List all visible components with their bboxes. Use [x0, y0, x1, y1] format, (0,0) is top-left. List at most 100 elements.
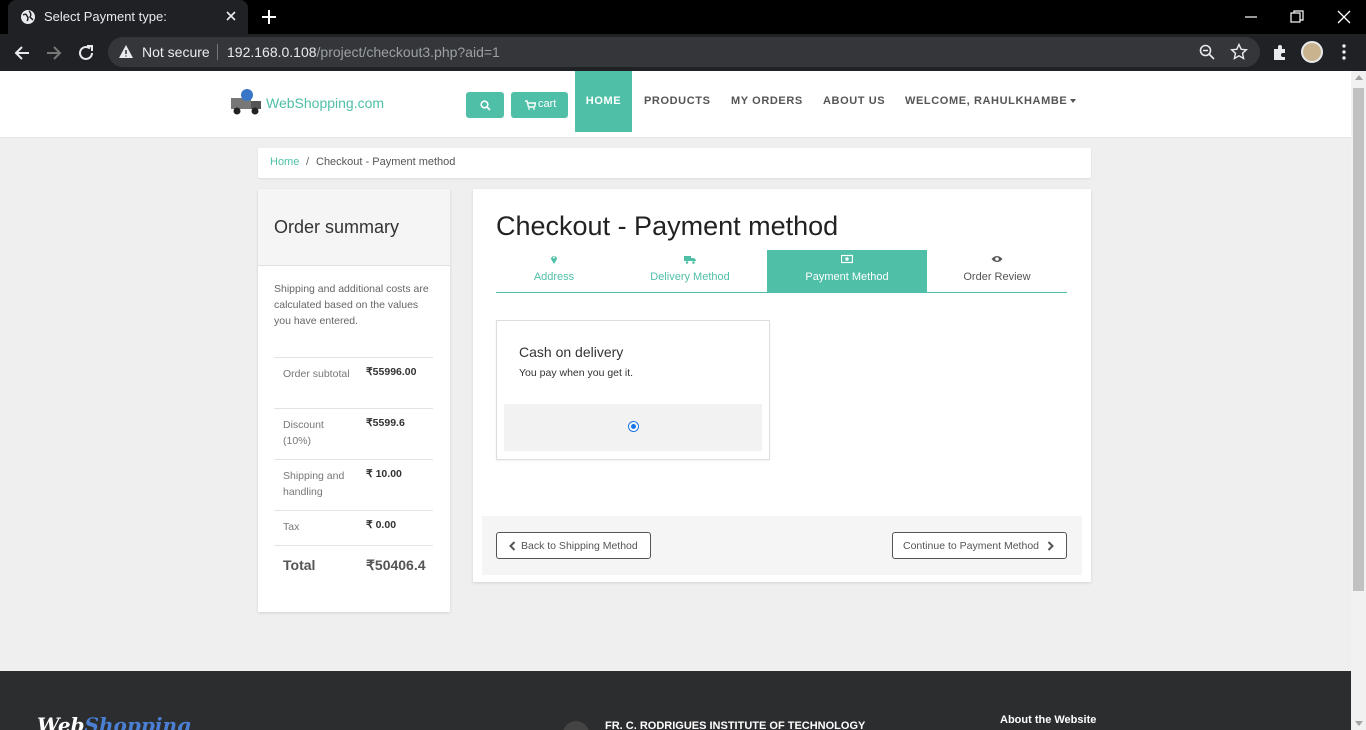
url-host: 192.168.0.108: [227, 44, 317, 60]
payment-option-description: You pay when you get it.: [519, 367, 634, 379]
chevron-right-icon: [1047, 541, 1054, 551]
summary-value: ₹5599.6: [366, 417, 405, 429]
footer-logo-part2: Shopping: [84, 713, 191, 730]
summary-label: Shipping and handling: [283, 470, 345, 498]
extensions-puzzle-icon[interactable]: [1270, 42, 1290, 62]
forward-arrow-icon[interactable]: [43, 42, 65, 64]
eye-icon: [991, 256, 1003, 262]
site-navbar: WebShopping.com cart HOME PRODUCTS MY OR…: [0, 71, 1351, 138]
caret-down-icon: [1070, 99, 1077, 104]
footer-logo-part1: Web: [37, 713, 85, 730]
breadcrumb-current: Checkout - Payment method: [316, 156, 456, 168]
scroll-down-arrow-icon[interactable]: [1355, 721, 1363, 726]
summary-label: Discount (10%): [283, 419, 324, 447]
summary-total-label: Total: [283, 557, 316, 573]
footer-about-heading: About the Website: [1000, 714, 1097, 726]
cart-label: cart: [538, 98, 557, 110]
nav-my-orders[interactable]: MY ORDERS: [731, 71, 803, 132]
tab-title: Select Payment type:: [44, 9, 167, 24]
step-order-review[interactable]: Order Review: [927, 250, 1067, 292]
scroll-thumb[interactable]: [1353, 88, 1364, 591]
step-label: Address: [533, 271, 575, 283]
browser-toolbar: Not secure 192.168.0.108/project/checkou…: [0, 34, 1366, 71]
restore-icon[interactable]: [1286, 6, 1308, 28]
browser-tab[interactable]: Select Payment type:: [8, 0, 248, 34]
close-window-icon[interactable]: [1333, 6, 1355, 28]
reload-icon[interactable]: [75, 42, 97, 64]
summary-value: ₹ 0.00: [366, 519, 397, 531]
site-logo-text[interactable]: WebShopping.com: [266, 95, 384, 111]
order-summary-title: Order summary: [274, 217, 400, 237]
url-text[interactable]: 192.168.0.108/project/checkout3.php?aid=…: [227, 44, 500, 60]
summary-label: Order subtotal: [283, 368, 350, 380]
step-payment-method[interactable]: Payment Method: [767, 250, 927, 292]
nav-user-dropdown[interactable]: WELCOME, RAHULKHAMBE: [905, 71, 1077, 132]
minimize-icon[interactable]: [1240, 6, 1262, 28]
checkout-steps: Address Delivery Method Payment Method O…: [496, 250, 1067, 293]
search-icon: [480, 100, 491, 111]
payment-option-cod[interactable]: Cash on delivery You pay when you get it…: [496, 320, 770, 460]
page-scrollbar[interactable]: [1351, 71, 1366, 730]
summary-row-tax: Tax ₹ 0.00: [274, 510, 433, 545]
step-label: Delivery Method: [650, 271, 730, 283]
url-path: /project/checkout3.php?aid=1: [316, 44, 500, 60]
payment-option-title: Cash on delivery: [519, 344, 624, 360]
nav-home[interactable]: HOME: [575, 71, 632, 132]
checkout-panel: Checkout - Payment method Address Delive…: [473, 189, 1091, 582]
summary-row-total: Total ₹50406.4: [274, 545, 433, 585]
order-summary-panel: Order summary Shipping and additional co…: [258, 189, 450, 612]
order-summary-note: Shipping and additional costs are calcul…: [274, 283, 429, 327]
continue-button-label: Continue to Payment Method: [903, 540, 1039, 552]
not-secure-label[interactable]: Not secure: [142, 44, 210, 60]
continue-button[interactable]: Continue to Payment Method: [892, 532, 1067, 559]
page-content: WebShopping.com cart HOME PRODUCTS MY OR…: [0, 71, 1351, 730]
step-label: Order Review: [963, 271, 1031, 283]
back-button-label: Back to Shipping Method: [521, 540, 638, 552]
breadcrumb: Home / Checkout - Payment method: [258, 148, 1091, 178]
step-label: Payment Method: [805, 271, 889, 283]
payment-option-footer: [504, 404, 762, 451]
back-to-shipping-button[interactable]: Back to Shipping Method: [496, 532, 651, 559]
page-title: Checkout - Payment method: [496, 211, 839, 241]
bookmark-star-icon[interactable]: [1230, 43, 1248, 61]
delivery-truck-logo-icon[interactable]: [229, 88, 264, 116]
checkout-actions: Back to Shipping Method Continue to Paym…: [482, 516, 1082, 575]
scroll-up-arrow-icon[interactable]: [1355, 75, 1363, 80]
browser-titlebar: Select Payment type:: [0, 0, 1366, 34]
warning-icon: [119, 45, 133, 58]
zoom-icon[interactable]: [1198, 43, 1216, 61]
footer-logo[interactable]: WebShopping: [37, 713, 191, 730]
summary-value: ₹ 10.00: [366, 468, 402, 480]
omnibox-divider: [217, 44, 218, 60]
map-marker-icon: [551, 256, 557, 264]
site-footer: WebShopping FR. C. RODRIGUES INSTITUTE O…: [0, 671, 1351, 730]
footer-institute-logo: [563, 721, 589, 730]
nav-about-us[interactable]: ABOUT US: [823, 71, 885, 132]
new-tab-icon[interactable]: [258, 6, 280, 28]
back-arrow-icon[interactable]: [11, 42, 33, 64]
order-summary-header: Order summary: [258, 189, 450, 266]
money-icon: [841, 254, 853, 264]
step-address[interactable]: Address: [496, 250, 612, 292]
summary-value: ₹55996.00: [366, 366, 417, 378]
breadcrumb-home-link[interactable]: Home: [270, 156, 299, 168]
summary-row-discount: Discount (10%) ₹5599.6: [274, 408, 433, 459]
truck-icon: [684, 256, 696, 264]
browser-menu-icon[interactable]: [1334, 42, 1354, 62]
summary-row-shipping: Shipping and handling ₹ 10.00: [274, 459, 433, 510]
profile-avatar[interactable]: [1301, 41, 1323, 63]
breadcrumb-separator: /: [306, 156, 310, 168]
summary-label: Tax: [283, 521, 300, 533]
close-tab-icon[interactable]: [222, 7, 240, 25]
address-bar[interactable]: Not secure 192.168.0.108/project/checkou…: [108, 37, 1260, 67]
chevron-left-icon: [509, 541, 516, 551]
nav-products[interactable]: PRODUCTS: [644, 71, 711, 132]
shopping-cart-icon: [525, 100, 536, 110]
summary-row-subtotal: Order subtotal ₹55996.00: [274, 357, 433, 408]
step-delivery-method[interactable]: Delivery Method: [622, 250, 758, 292]
globe-icon: [21, 10, 35, 24]
summary-total-value: ₹50406.4: [366, 557, 426, 573]
search-button[interactable]: [466, 92, 504, 118]
payment-radio-selected[interactable]: [628, 421, 639, 432]
cart-button[interactable]: cart: [511, 92, 568, 118]
